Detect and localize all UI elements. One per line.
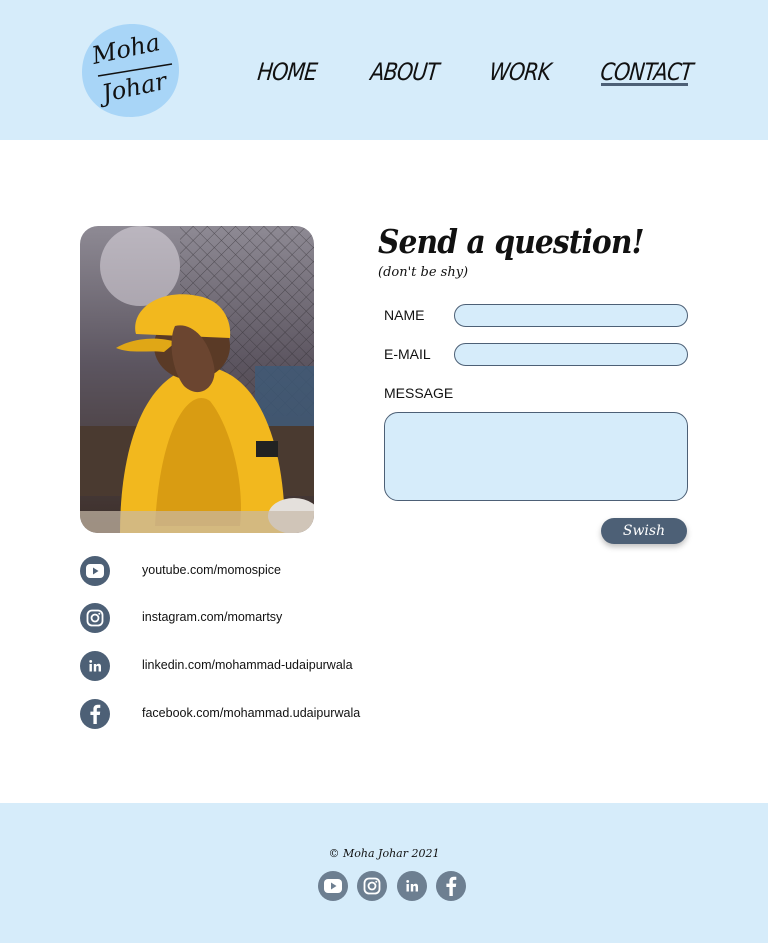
social-row-linkedin: linkedin.com/mohammad-udaipurwala bbox=[80, 651, 380, 681]
site-footer: © Moha Johar 2021 bbox=[0, 803, 768, 943]
social-row-facebook: facebook.com/mohammad.udaipurwala bbox=[80, 699, 380, 729]
copyright-text: © Moha Johar 2021 bbox=[328, 847, 440, 860]
profile-photo bbox=[80, 226, 314, 533]
facebook-link[interactable]: facebook.com/mohammad.udaipurwala bbox=[142, 706, 360, 720]
nav-contact[interactable]: CONTACT bbox=[599, 58, 694, 86]
form-subtitle: (don't be shy) bbox=[378, 265, 469, 280]
nav-active-indicator bbox=[601, 83, 688, 86]
footer-linkedin-icon[interactable] bbox=[397, 871, 427, 901]
nav-home[interactable]: HOME bbox=[256, 58, 318, 86]
form-title: Send a question! bbox=[378, 222, 645, 261]
social-row-youtube: youtube.com/momospice bbox=[80, 556, 380, 586]
name-input[interactable] bbox=[454, 304, 688, 327]
nav-work[interactable]: WORK bbox=[488, 58, 552, 86]
footer-facebook-icon[interactable] bbox=[436, 871, 466, 901]
logo[interactable]: Moha Johar bbox=[80, 22, 180, 118]
email-label: E-MAIL bbox=[384, 346, 431, 362]
submit-button[interactable]: Swish bbox=[601, 518, 687, 544]
footer-instagram-icon[interactable] bbox=[357, 871, 387, 901]
instagram-link[interactable]: instagram.com/momartsy bbox=[142, 610, 282, 624]
social-row-instagram: instagram.com/momartsy bbox=[80, 603, 380, 633]
youtube-link[interactable]: youtube.com/momospice bbox=[142, 563, 281, 577]
linkedin-link[interactable]: linkedin.com/mohammad-udaipurwala bbox=[142, 658, 353, 672]
linkedin-icon[interactable] bbox=[80, 651, 110, 681]
name-label: NAME bbox=[384, 307, 425, 323]
footer-youtube-icon[interactable] bbox=[318, 871, 348, 901]
message-label: MESSAGE bbox=[384, 385, 454, 401]
message-textarea[interactable] bbox=[384, 412, 688, 501]
profile-photo-icon bbox=[80, 226, 314, 533]
youtube-icon[interactable] bbox=[80, 556, 110, 586]
site-header: Moha Johar HOME ABOUT WORK CONTACT bbox=[0, 0, 768, 140]
signature-logo-icon: Moha Johar bbox=[82, 24, 179, 117]
email-input[interactable] bbox=[454, 343, 688, 366]
facebook-icon[interactable] bbox=[80, 699, 110, 729]
nav-about[interactable]: ABOUT bbox=[369, 58, 440, 86]
instagram-icon[interactable] bbox=[80, 603, 110, 633]
